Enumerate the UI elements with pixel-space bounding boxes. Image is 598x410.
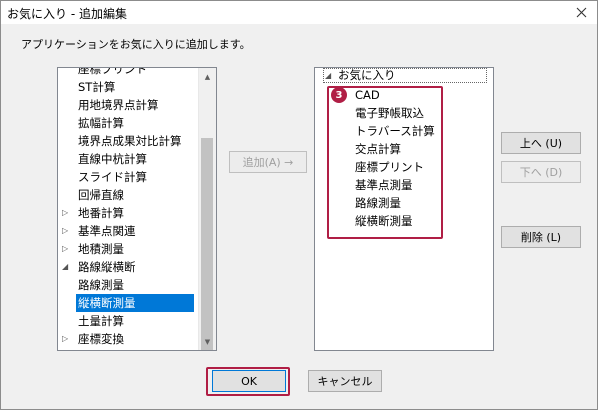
close-icon <box>576 7 586 18</box>
collapsed-twisty-icon[interactable]: ▷ <box>62 330 68 348</box>
favorites-root-label: お気に入り <box>338 68 396 82</box>
move-up-button[interactable]: 上へ (U) <box>501 132 581 154</box>
tree-item[interactable]: 回帰直線 <box>76 186 126 204</box>
favorites-item[interactable]: 座標プリント <box>355 158 424 176</box>
tree-item-label: 路線測量 <box>78 278 124 292</box>
tree-item-label: 拡幅計算 <box>78 116 124 130</box>
tree-item[interactable]: ▷ 座標変換 <box>62 330 124 348</box>
tree-item[interactable]: スライド計算 <box>76 168 149 186</box>
tree-item[interactable]: 土量計算 <box>76 312 126 330</box>
tree-item[interactable]: 用地境界点計算 <box>76 96 161 114</box>
scroll-up-arrow-icon[interactable]: ▲ <box>199 68 216 85</box>
tree-item[interactable]: 直線中杭計算 <box>76 150 149 168</box>
tree-item-label: 境界点成果対比計算 <box>78 134 182 148</box>
close-button[interactable] <box>565 1 597 24</box>
delete-button[interactable]: 削除 (L) <box>501 226 581 248</box>
tree-item[interactable]: 座標プリント <box>76 67 149 78</box>
scroll-thumb[interactable] <box>201 138 213 350</box>
tree-item-label: スライド計算 <box>78 170 147 184</box>
expanded-twisty-icon[interactable]: ◢ <box>62 258 68 276</box>
application-tree[interactable]: 座標プリント ST計算用地境界点計算 拡幅計算境界点成果対比計算 直線中杭計算 スライド… <box>57 67 217 351</box>
tree-item[interactable]: ▷ 基準点関連 <box>62 222 136 240</box>
favorites-tree[interactable]: ◢ お気に入り CAD 電子野帳取込 トラバース計算 交点計算 座標プリント 基準点測量路… <box>314 67 494 351</box>
scroll-down-arrow-icon[interactable]: ▼ <box>199 333 216 350</box>
application-tree-scrollbar[interactable]: ▲ ▼ <box>198 68 216 350</box>
instruction-text: アプリケーションをお気に入りに追加します。 <box>21 38 251 51</box>
tree-item-label: 座標変換 <box>78 332 124 346</box>
tree-item-label: 地番計算 <box>78 206 124 220</box>
tree-item-label: ST計算 <box>78 80 116 94</box>
collapsed-twisty-icon[interactable]: ▷ <box>62 204 68 222</box>
favorites-item[interactable]: CAD <box>355 86 380 104</box>
ok-button[interactable]: OK <box>212 370 286 392</box>
tree-item-label: 基準点関連 <box>78 224 136 238</box>
tree-item-label: 地積測量 <box>78 242 124 256</box>
collapsed-twisty-icon[interactable]: ▷ <box>62 222 68 240</box>
title-bar: お気に入り - 追加編集 <box>1 1 597 24</box>
tree-item-label: 縦横断測量 <box>78 296 136 310</box>
favorites-item[interactable]: 電子野帳取込 <box>355 104 424 122</box>
tree-item[interactable]: ▷ 地番計算 <box>62 204 124 222</box>
favorites-root[interactable]: ◢ お気に入り <box>323 68 487 83</box>
tree-item[interactable]: ▷ 地積測量 <box>62 240 124 258</box>
favorites-item[interactable]: 基準点測量 <box>355 176 413 194</box>
cancel-button[interactable]: キャンセル <box>308 370 382 392</box>
favorites-item[interactable]: 路線測量 <box>355 194 401 212</box>
tree-item-label: 回帰直線 <box>78 188 124 202</box>
tree-item-label: 座標プリント <box>78 67 147 76</box>
tree-item[interactable]: 拡幅計算 <box>76 114 126 132</box>
tree-item-label: 土量計算 <box>78 314 124 328</box>
tree-item-label: 用地境界点計算 <box>78 98 159 112</box>
tree-item-label: 路線縦横断 <box>78 260 136 274</box>
favorites-item[interactable]: 交点計算 <box>355 140 401 158</box>
favorites-item[interactable]: トラバース計算 <box>355 122 435 140</box>
tree-item[interactable]: 境界点成果対比計算 <box>76 132 184 150</box>
tree-item[interactable]: ◢ 路線縦横断 <box>62 258 136 276</box>
tree-item-label: 直線中杭計算 <box>78 152 147 166</box>
window-title: お気に入り - 追加編集 <box>7 7 127 21</box>
move-down-button[interactable]: 下へ (D) <box>501 161 581 183</box>
tree-item[interactable]: 路線測量 <box>76 276 126 294</box>
add-button[interactable]: 追加(A) → <box>229 151 307 173</box>
collapsed-twisty-icon[interactable]: ▷ <box>62 240 68 258</box>
step-badge: 3 <box>331 87 347 103</box>
tree-item[interactable]: ST計算 <box>76 78 117 96</box>
favorites-item[interactable]: 縦横断測量 <box>355 212 413 230</box>
favorites-dialog: お気に入り - 追加編集 アプリケーションをお気に入りに追加します。 座標プリン… <box>0 0 598 410</box>
expanded-twisty-icon[interactable]: ◢ <box>325 69 331 82</box>
tree-item[interactable]: 縦横断測量 <box>76 294 194 312</box>
